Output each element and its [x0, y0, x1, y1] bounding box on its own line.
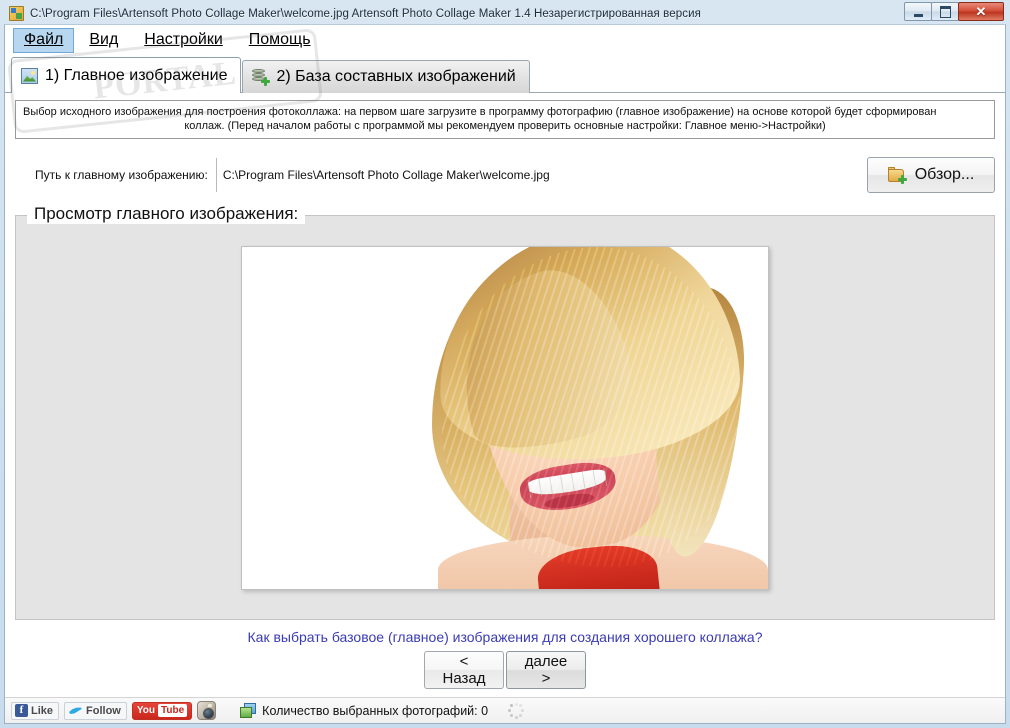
- application-window: C:\Program Files\Artensoft Photo Collage…: [0, 0, 1010, 728]
- image-path-row: Путь к главному изображению: C:\Program …: [15, 157, 995, 193]
- youtube-box: Tube: [158, 704, 188, 717]
- next-button-label: далее: [524, 653, 568, 670]
- twitter-follow-label: Follow: [86, 704, 121, 717]
- menu-item-help[interactable]: Помощь: [238, 28, 322, 53]
- selected-photos-count: Количество выбранных фотографий: 0: [262, 703, 489, 718]
- preview-group: Просмотр главного изображения:: [15, 204, 995, 620]
- twitter-icon: [68, 704, 83, 717]
- app-icon: [9, 6, 24, 21]
- tab-main-image-label: 1) Главное изображение: [45, 66, 228, 84]
- database-add-icon: [252, 69, 271, 86]
- browse-button-label: Обзор...: [914, 166, 975, 183]
- menu-item-view-label: Вид: [89, 31, 119, 48]
- menu-item-view[interactable]: Вид: [78, 28, 129, 53]
- tab-strip: 1) Главное изображение 2) База составных…: [5, 56, 1005, 93]
- preview-area[interactable]: [15, 215, 995, 620]
- image-path-field[interactable]: C:\Program Files\Artensoft Photo Collage…: [215, 158, 861, 192]
- image-path-value: C:\Program Files\Artensoft Photo Collage…: [222, 168, 550, 182]
- window-title: C:\Program Files\Artensoft Photo Collage…: [30, 7, 701, 20]
- tab-image-database-label: 2) База составных изображений: [276, 68, 516, 85]
- youtube-button[interactable]: You Tube: [131, 701, 193, 720]
- back-button[interactable]: < Назад: [424, 651, 504, 689]
- portrait-illustration: [242, 246, 768, 589]
- next-button[interactable]: далее >: [506, 651, 586, 689]
- facebook-icon: f: [15, 704, 28, 717]
- browse-button[interactable]: Обзор...: [867, 157, 995, 193]
- picture-icon: [21, 67, 38, 84]
- instruction-line-2: коллаж. (Перед началом работы с программ…: [184, 120, 826, 132]
- back-button-label: Назад: [442, 670, 486, 687]
- tab-image-database[interactable]: 2) База составных изображений: [242, 60, 530, 93]
- twitter-follow-button[interactable]: Follow: [64, 701, 127, 720]
- navigation-buttons: < Назад далее >: [15, 651, 995, 689]
- tab-content-panel: Выбор исходного изображения для построен…: [5, 92, 1005, 697]
- main-image-preview[interactable]: [241, 245, 769, 590]
- instagram-icon[interactable]: [197, 701, 217, 720]
- youtube-word: You: [136, 705, 155, 716]
- status-bar: f Like Follow You Tube Количество выбран…: [5, 697, 1005, 723]
- next-button-arrow: >: [541, 670, 551, 687]
- tab-main-image[interactable]: 1) Главное изображение: [11, 57, 242, 93]
- back-button-arrow: <: [459, 653, 469, 670]
- instruction-line-1: Выбор исходного изображения для построен…: [23, 106, 937, 118]
- menu-item-file[interactable]: Файл: [13, 28, 75, 53]
- facebook-like-label: Like: [31, 704, 54, 717]
- facebook-like-button[interactable]: f Like: [11, 701, 60, 720]
- menu-item-settings[interactable]: Настройки: [133, 28, 233, 53]
- window-controls: ✕: [904, 2, 1004, 21]
- instruction-box: Выбор исходного изображения для построен…: [15, 100, 995, 139]
- menu-item-file-label: Файл: [24, 31, 64, 48]
- loading-spinner: [507, 702, 525, 720]
- photos-icon: [240, 702, 257, 719]
- help-link[interactable]: Как выбрать базовое (главное) изображени…: [15, 629, 995, 645]
- menu-bar: Файл Вид Настройки Помощь: [5, 25, 1005, 56]
- menu-item-help-label: Помощь: [248, 31, 311, 48]
- minimize-button[interactable]: [904, 2, 932, 21]
- image-path-label: Путь к главному изображению:: [35, 168, 208, 182]
- title-bar: C:\Program Files\Artensoft Photo Collage…: [4, 2, 1006, 24]
- window-client-area: Файл Вид Настройки Помощь 1) Главное изо…: [4, 24, 1006, 724]
- close-button[interactable]: ✕: [958, 2, 1004, 21]
- preview-group-title: Просмотр главного изображения:: [27, 204, 306, 224]
- folder-add-icon: [887, 166, 907, 184]
- menu-item-settings-label: Настройки: [144, 31, 223, 48]
- maximize-button[interactable]: [931, 2, 959, 21]
